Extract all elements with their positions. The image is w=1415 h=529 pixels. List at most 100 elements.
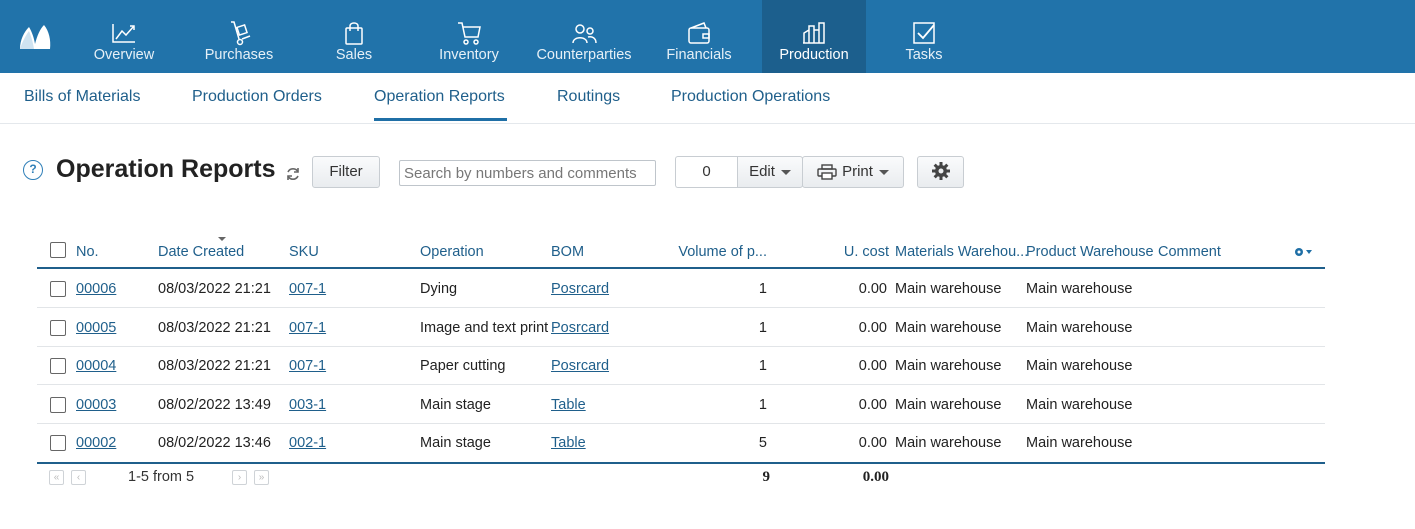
row-operation: Image and text print bbox=[420, 320, 549, 336]
print-dropdown-button[interactable]: Print bbox=[802, 156, 904, 188]
row-checkbox[interactable] bbox=[50, 397, 66, 413]
row-volume: 1 bbox=[758, 320, 767, 336]
table-row[interactable]: 00004 08/03/2022 21:21 007-1 Paper cutti… bbox=[37, 347, 1325, 385]
nav-production[interactable]: Production bbox=[762, 0, 866, 73]
row-sku-link[interactable]: 002-1 bbox=[289, 435, 326, 451]
help-icon[interactable]: ? bbox=[23, 160, 43, 180]
row-date: 08/03/2022 21:21 bbox=[158, 320, 271, 336]
row-sku-link[interactable]: 003-1 bbox=[289, 397, 326, 413]
row-checkbox[interactable] bbox=[50, 358, 66, 374]
total-unit-cost: 0.00 bbox=[862, 469, 889, 485]
wallet-icon bbox=[688, 22, 710, 44]
row-product-warehouse: Main warehouse bbox=[1026, 435, 1133, 451]
nav-overview[interactable]: Overview bbox=[72, 0, 176, 73]
table-row[interactable]: 00002 08/02/2022 13:46 002-1 Main stage … bbox=[37, 424, 1325, 462]
page-title: Operation Reports bbox=[56, 155, 276, 183]
column-header-materials-warehouse[interactable]: Materials Warehou... bbox=[895, 244, 1028, 260]
nav-sales[interactable]: Sales bbox=[302, 0, 406, 73]
chart-line-icon bbox=[112, 24, 135, 43]
active-tab-indicator bbox=[374, 118, 507, 121]
row-materials-warehouse: Main warehouse bbox=[895, 397, 1002, 413]
row-bom-link[interactable]: Posrcard bbox=[551, 281, 609, 297]
edit-dropdown-button[interactable]: Edit bbox=[737, 156, 803, 188]
search-input[interactable] bbox=[399, 160, 656, 186]
prev-page-icon[interactable]: ‹ bbox=[71, 470, 86, 485]
filter-button[interactable]: Filter bbox=[312, 156, 380, 188]
row-bom-link[interactable]: Table bbox=[551, 397, 586, 413]
row-volume: 1 bbox=[758, 281, 767, 297]
refresh-icon[interactable] bbox=[285, 166, 301, 182]
column-header-volume[interactable]: Volume of p... bbox=[667, 244, 767, 260]
first-page-icon[interactable]: « bbox=[49, 470, 64, 485]
table-header: No. Date Created SKU Operation BOM Volum… bbox=[37, 233, 1325, 269]
table-row[interactable]: 00005 08/03/2022 21:21 007-1 Image and t… bbox=[37, 309, 1325, 347]
row-date: 08/03/2022 21:21 bbox=[158, 358, 271, 374]
tab-production-orders[interactable]: Production Orders bbox=[192, 88, 322, 106]
column-settings-icon[interactable] bbox=[1293, 245, 1321, 259]
tab-operation-reports[interactable]: Operation Reports bbox=[374, 88, 505, 106]
tab-routings[interactable]: Routings bbox=[557, 88, 620, 106]
nav-counterparties[interactable]: Counterparties bbox=[532, 0, 636, 73]
checkbox-task-icon bbox=[913, 22, 935, 44]
row-product-warehouse: Main warehouse bbox=[1026, 397, 1133, 413]
row-date: 08/02/2022 13:49 bbox=[158, 397, 271, 413]
nav-production-label: Production bbox=[779, 47, 849, 63]
row-materials-warehouse: Main warehouse bbox=[895, 281, 1002, 297]
row-number-link[interactable]: 00004 bbox=[76, 358, 116, 374]
row-checkbox[interactable] bbox=[50, 320, 66, 336]
row-bom-link[interactable]: Table bbox=[551, 435, 586, 451]
nav-purchases-label: Purchases bbox=[204, 47, 274, 63]
row-materials-warehouse: Main warehouse bbox=[895, 358, 1002, 374]
row-bom-link[interactable]: Posrcard bbox=[551, 358, 609, 374]
nav-overview-label: Overview bbox=[93, 47, 155, 63]
nav-inventory[interactable]: Inventory bbox=[417, 0, 521, 73]
printer-icon bbox=[817, 164, 837, 180]
print-button-label: Print bbox=[842, 163, 873, 180]
column-header-sku[interactable]: SKU bbox=[289, 244, 319, 260]
row-unit-cost: 0.00 bbox=[858, 435, 887, 451]
hand-truck-icon bbox=[231, 21, 251, 46]
nav-purchases[interactable]: Purchases bbox=[187, 0, 291, 73]
people-icon bbox=[572, 24, 597, 44]
row-date: 08/03/2022 21:21 bbox=[158, 281, 271, 297]
row-number-link[interactable]: 00002 bbox=[76, 435, 116, 451]
tab-bills-of-materials[interactable]: Bills of Materials bbox=[24, 88, 140, 106]
factory-icon bbox=[803, 22, 825, 44]
nav-tasks[interactable]: Tasks bbox=[872, 0, 976, 73]
row-volume: 1 bbox=[758, 397, 767, 413]
row-sku-link[interactable]: 007-1 bbox=[289, 320, 326, 336]
column-header-no[interactable]: No. bbox=[76, 244, 99, 260]
column-header-bom[interactable]: BOM bbox=[551, 244, 584, 260]
row-sku-link[interactable]: 007-1 bbox=[289, 358, 326, 374]
column-header-product-warehouse[interactable]: Product Warehouse bbox=[1026, 244, 1154, 260]
select-all-checkbox[interactable] bbox=[50, 242, 66, 258]
row-operation: Paper cutting bbox=[420, 358, 506, 374]
next-page-icon[interactable]: › bbox=[232, 470, 247, 485]
app-logo-icon[interactable] bbox=[18, 22, 52, 50]
row-checkbox[interactable] bbox=[50, 435, 66, 451]
cart-icon bbox=[458, 22, 481, 45]
row-sku-link[interactable]: 007-1 bbox=[289, 281, 326, 297]
sub-navigation: Bills of Materials Production Orders Ope… bbox=[0, 73, 1415, 124]
table-row[interactable]: 00006 08/03/2022 21:21 007-1 Dying Posrc… bbox=[37, 270, 1325, 308]
tab-production-operations[interactable]: Production Operations bbox=[671, 88, 830, 106]
column-header-date-created[interactable]: Date Created bbox=[158, 244, 244, 260]
row-number-link[interactable]: 00005 bbox=[76, 320, 116, 336]
nav-counterparties-label: Counterparties bbox=[536, 47, 632, 63]
settings-button[interactable] bbox=[917, 156, 964, 188]
row-number-link[interactable]: 00003 bbox=[76, 397, 116, 413]
selected-count: 0 bbox=[675, 156, 737, 188]
row-unit-cost: 0.00 bbox=[858, 281, 887, 297]
row-bom-link[interactable]: Posrcard bbox=[551, 320, 609, 336]
column-header-comment[interactable]: Comment bbox=[1158, 244, 1221, 260]
last-page-icon[interactable]: » bbox=[254, 470, 269, 485]
row-number-link[interactable]: 00006 bbox=[76, 281, 116, 297]
table-row[interactable]: 00003 08/02/2022 13:49 003-1 Main stage … bbox=[37, 386, 1325, 424]
row-checkbox[interactable] bbox=[50, 281, 66, 297]
chevron-down-icon bbox=[780, 169, 791, 175]
row-unit-cost: 0.00 bbox=[858, 358, 887, 374]
column-header-operation[interactable]: Operation bbox=[420, 244, 484, 260]
column-header-unit-cost[interactable]: U. cost bbox=[797, 244, 889, 260]
nav-financials[interactable]: Financials bbox=[647, 0, 751, 73]
sort-descending-icon bbox=[218, 237, 226, 241]
